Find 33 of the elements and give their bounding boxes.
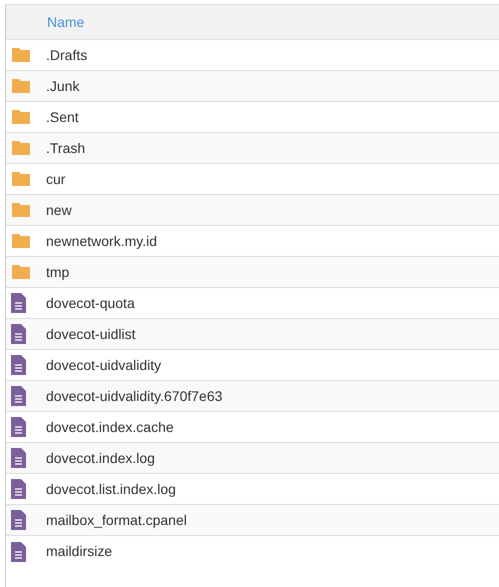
file-name[interactable]: dovecot-quota bbox=[46, 292, 135, 314]
document-icon bbox=[11, 324, 26, 344]
file-name[interactable]: new bbox=[46, 200, 72, 220]
folder-icon bbox=[11, 202, 31, 218]
folder-icon bbox=[11, 140, 31, 156]
file-name[interactable]: .Junk bbox=[46, 76, 80, 96]
file-name[interactable]: .Drafts bbox=[46, 44, 88, 66]
file-name[interactable]: .Trash bbox=[46, 138, 86, 158]
folder-icon bbox=[11, 233, 31, 249]
file-name[interactable]: .Sent bbox=[46, 106, 79, 128]
file-name[interactable]: maildirsize bbox=[46, 541, 112, 562]
document-icon bbox=[11, 293, 26, 313]
document-icon bbox=[11, 448, 26, 468]
document-icon bbox=[11, 510, 26, 530]
document-icon bbox=[11, 355, 26, 375]
document-icon bbox=[11, 542, 26, 562]
file-name[interactable]: tmp bbox=[46, 262, 70, 282]
file-name[interactable]: dovecot-uidvalidity bbox=[46, 354, 162, 376]
file-name[interactable]: mailbox_format.cpanel bbox=[46, 510, 187, 530]
folder-icon bbox=[11, 171, 31, 187]
folder-icon bbox=[11, 78, 31, 94]
document-icon bbox=[11, 479, 26, 499]
folder-icon bbox=[11, 264, 31, 280]
file-name[interactable]: newnetwork.my.id bbox=[46, 230, 158, 252]
document-icon bbox=[11, 417, 26, 437]
document-icon bbox=[11, 386, 26, 406]
folder-icon bbox=[11, 47, 31, 63]
file-name[interactable]: cur bbox=[46, 168, 66, 190]
folder-icon bbox=[11, 109, 31, 125]
file-name[interactable]: dovecot.index.cache bbox=[46, 416, 174, 438]
file-name[interactable]: dovecot.index.log bbox=[46, 448, 155, 468]
file-name[interactable]: dovecot-uidlist bbox=[46, 324, 136, 344]
file-name[interactable]: dovecot.list.index.log bbox=[46, 478, 176, 500]
